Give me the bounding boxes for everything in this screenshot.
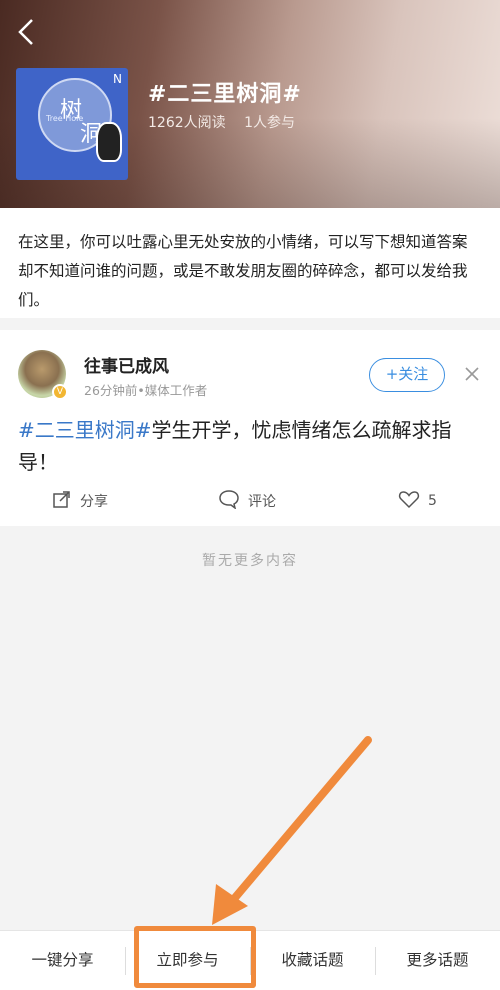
- read-count: 1262人阅读: [148, 115, 226, 131]
- no-more-content: 暂无更多内容: [202, 553, 298, 569]
- post-hashtag[interactable]: #二三里树洞#: [18, 418, 152, 442]
- topic-header: 树 洞 Tree Hole N #二三里树洞# 1262人阅读 1人参与: [0, 0, 500, 208]
- like-action[interactable]: 5: [398, 486, 437, 516]
- heart-icon: [398, 489, 428, 513]
- participant-count: 1人参与: [244, 115, 296, 131]
- follow-button[interactable]: +关注: [369, 358, 445, 392]
- author-meta: 26分钟前•媒体工作者: [84, 383, 208, 398]
- highlight-annotation-box: [134, 926, 256, 988]
- favorite-topic-button[interactable]: 收藏话题: [250, 931, 375, 990]
- verified-badge-icon: V: [52, 384, 68, 400]
- share-label: 分享: [80, 494, 108, 510]
- cover-compass-n: N: [113, 72, 122, 86]
- topic-description: 在这里，你可以吐露心里无处安放的小情绪，可以写下想知道答案却不知道问谁的问题，或…: [0, 208, 500, 318]
- share-all-button[interactable]: 一键分享: [0, 931, 125, 990]
- post-body[interactable]: #二三里树洞#学生开学，忧虑情绪怎么疏解求指导！: [18, 414, 482, 478]
- comment-icon: [218, 489, 248, 513]
- post-card[interactable]: V 往事已成风 26分钟前•媒体工作者 +关注 #二三里树洞#学生开学，忧虑情绪…: [0, 330, 500, 526]
- cover-english-text: Tree Hole: [46, 114, 84, 123]
- share-icon: [52, 489, 80, 513]
- comment-label: 评论: [248, 494, 276, 510]
- topic-cover-image: 树 洞 Tree Hole N: [16, 68, 128, 180]
- close-icon[interactable]: [462, 364, 482, 384]
- topic-title: #二三里树洞#: [148, 82, 302, 107]
- topic-stats: 1262人阅读 1人参与: [148, 112, 309, 132]
- post-actions: 分享 评论 5: [0, 486, 500, 516]
- share-action[interactable]: 分享: [52, 486, 108, 516]
- comment-action[interactable]: 评论: [218, 486, 276, 516]
- cover-figure-decoration: [96, 122, 122, 162]
- more-topics-button[interactable]: 更多话题: [375, 931, 500, 990]
- back-icon[interactable]: [12, 14, 42, 50]
- like-count: 5: [428, 493, 437, 509]
- author-name[interactable]: 往事已成风: [84, 352, 169, 377]
